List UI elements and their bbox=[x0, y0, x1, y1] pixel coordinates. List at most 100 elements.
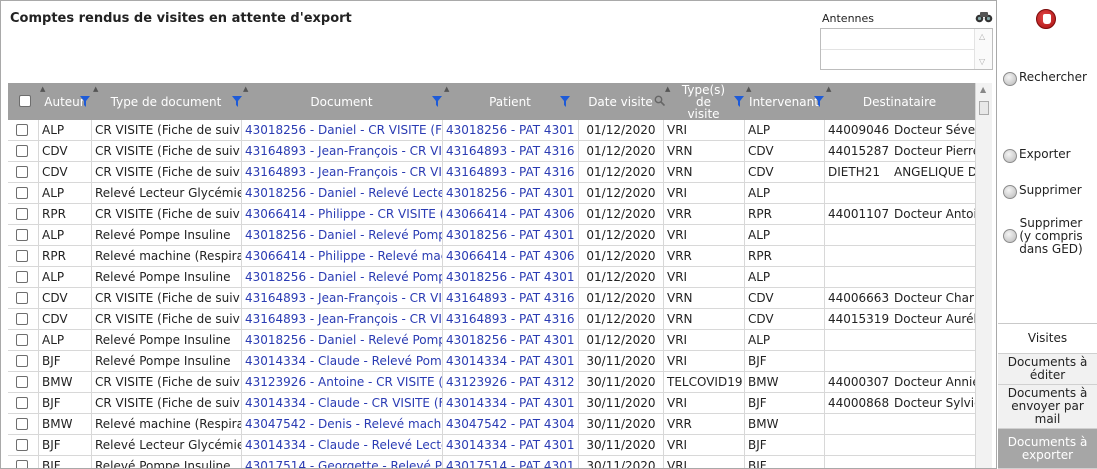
cell-document[interactable]: 43164893 - Jean-François - CR VI bbox=[241, 141, 442, 162]
scroll-up-icon[interactable]: △ bbox=[979, 32, 985, 41]
row-checkbox[interactable] bbox=[16, 418, 28, 430]
stop-hand-icon[interactable] bbox=[1036, 9, 1056, 29]
table-row[interactable]: CDV CR VISITE (Fiche de suiv 43164893 - Je… bbox=[8, 141, 975, 162]
nav-visites[interactable]: Visites bbox=[998, 324, 1097, 354]
col-patient-header[interactable]: ▲ Patient bbox=[442, 83, 578, 120]
table-row[interactable]: ALP Relevé Pompe Insuline 43018256 - Danie… bbox=[8, 330, 975, 351]
cell-document[interactable]: 43164893 - Jean-François - CR VI bbox=[241, 309, 442, 330]
table-row[interactable]: RPR Relevé machine (Respirat 43066414 - Ph… bbox=[8, 246, 975, 267]
cell-document[interactable]: 43018256 - Daniel - Relevé Pompe bbox=[241, 330, 442, 351]
nav-documents-a-envoyer-par-mail[interactable]: Documents à envoyer par mail bbox=[998, 385, 1097, 429]
select-all-checkbox[interactable] bbox=[19, 95, 31, 107]
nav-documents-a-editer[interactable]: Documents à éditer bbox=[998, 354, 1097, 385]
row-checkbox[interactable] bbox=[16, 229, 28, 241]
cell-patient[interactable]: 43018256 - PAT 4301 bbox=[442, 330, 578, 351]
cell-document[interactable]: 43018256 - Daniel - Relevé Pompe bbox=[241, 267, 442, 288]
col-document-header[interactable]: ▲ Document bbox=[241, 83, 442, 120]
cell-patient[interactable]: 43123926 - PAT 4312 bbox=[442, 372, 578, 393]
antennes-listbox[interactable]: △ ▽ bbox=[820, 28, 993, 70]
cell-document[interactable]: 43164893 - Jean-François - CR VI bbox=[241, 162, 442, 183]
row-checkbox[interactable] bbox=[16, 460, 28, 468]
supprimer-ged-button[interactable]: Supprimer (y compris dans GED) bbox=[1003, 217, 1083, 256]
cell-patient[interactable]: 43164893 - PAT 4316 bbox=[442, 141, 578, 162]
cell-patient[interactable]: 43066414 - PAT 4306 bbox=[442, 246, 578, 267]
filter-icon[interactable] bbox=[734, 96, 744, 107]
cell-patient[interactable]: 43018256 - PAT 4301 bbox=[442, 267, 578, 288]
row-checkbox[interactable] bbox=[16, 250, 28, 262]
cell-patient[interactable]: 43018256 - PAT 4301 bbox=[442, 120, 578, 141]
cell-patient[interactable]: 43018256 - PAT 4301 bbox=[442, 225, 578, 246]
row-checkbox[interactable] bbox=[16, 292, 28, 304]
row-checkbox[interactable] bbox=[16, 124, 28, 136]
col-destinataire-header[interactable]: ▲ Destinataire bbox=[824, 83, 975, 120]
filter-icon[interactable] bbox=[814, 96, 824, 107]
rechercher-button[interactable]: Rechercher bbox=[1003, 71, 1087, 86]
cell-patient[interactable]: 43018256 - PAT 4301 bbox=[442, 183, 578, 204]
table-row[interactable]: BJF Relevé Lecteur Glycémie 43014334 - Cla… bbox=[8, 435, 975, 456]
row-checkbox[interactable] bbox=[16, 187, 28, 199]
cell-document[interactable]: 43014334 - Claude - CR VISITE (F bbox=[241, 393, 442, 414]
antennes-scrollbar[interactable]: △ ▽ bbox=[974, 29, 992, 69]
scroll-down-icon[interactable]: ▽ bbox=[979, 57, 985, 66]
filter-icon[interactable] bbox=[80, 96, 90, 107]
nav-documents-a-exporter[interactable]: Documents à exporter bbox=[998, 429, 1097, 469]
row-checkbox[interactable] bbox=[16, 376, 28, 388]
row-checkbox[interactable] bbox=[16, 355, 28, 367]
cell-patient[interactable]: 43047542 - PAT 4304 bbox=[442, 414, 578, 435]
cell-patient[interactable]: 43164893 - PAT 4316 bbox=[442, 309, 578, 330]
cell-document[interactable]: 43014334 - Claude - Relevé Lecte bbox=[241, 435, 442, 456]
col-type-document-header[interactable]: ▲ Type de document bbox=[91, 83, 241, 120]
table-row[interactable]: ALP Relevé Lecteur Glycémie 43018256 - Dan… bbox=[8, 183, 975, 204]
row-checkbox[interactable] bbox=[16, 313, 28, 325]
cell-document[interactable]: 43066414 - Philippe - Relevé mach bbox=[241, 246, 442, 267]
table-row[interactable]: RPR CR VISITE (Fiche de suiv 43066414 - Ph… bbox=[8, 204, 975, 225]
row-checkbox[interactable] bbox=[16, 145, 28, 157]
table-row[interactable]: ALP Relevé Pompe Insuline 43018256 - Danie… bbox=[8, 267, 975, 288]
row-checkbox[interactable] bbox=[16, 166, 28, 178]
cell-patient[interactable]: 43014334 - PAT 4301 bbox=[442, 435, 578, 456]
table-row[interactable]: CDV CR VISITE (Fiche de suiv 43164893 - Je… bbox=[8, 162, 975, 183]
cell-document[interactable]: 43018256 - Daniel - Relevé Pompe bbox=[241, 225, 442, 246]
cell-patient[interactable]: 43017514 - PAT 4301 bbox=[442, 456, 578, 468]
cell-auteur: BJF bbox=[38, 456, 91, 468]
filter-icon[interactable] bbox=[432, 96, 442, 107]
binoculars-icon[interactable] bbox=[975, 11, 993, 23]
col-types-visite-header[interactable]: ▲ Type(s) de visite bbox=[663, 83, 744, 120]
col-intervenant-header[interactable]: ▲ Intervenant bbox=[744, 83, 824, 120]
row-checkbox[interactable] bbox=[16, 208, 28, 220]
row-checkbox[interactable] bbox=[16, 397, 28, 409]
row-checkbox[interactable] bbox=[16, 271, 28, 283]
exporter-button[interactable]: Exporter bbox=[1003, 148, 1071, 163]
cell-document[interactable]: 43018256 - Daniel - CR VISITE (F bbox=[241, 120, 442, 141]
row-checkbox[interactable] bbox=[16, 439, 28, 451]
sort-marker-icon: ▲ bbox=[40, 85, 46, 93]
cell-document[interactable]: 43018256 - Daniel - Relevé Lecteu bbox=[241, 183, 442, 204]
cell-patient[interactable]: 43164893 - PAT 4316 bbox=[442, 288, 578, 309]
cell-patient[interactable]: 43014334 - PAT 4301 bbox=[442, 393, 578, 414]
cell-document[interactable]: 43066414 - Philippe - CR VISITE ( bbox=[241, 204, 442, 225]
table-row[interactable]: ALP Relevé Pompe Insuline 43018256 - Danie… bbox=[8, 225, 975, 246]
cell-patient[interactable]: 43014334 - PAT 4301 bbox=[442, 351, 578, 372]
cell-document[interactable]: 43017514 - Georgette - Relevé Po bbox=[241, 456, 442, 468]
table-row[interactable]: CDV CR VISITE (Fiche de suiv 43164893 - Je… bbox=[8, 288, 975, 309]
table-row[interactable]: BJF Relevé Pompe Insuline 43017514 - Georg… bbox=[8, 456, 975, 468]
grid-vertical-scrollbar[interactable]: ▲ bbox=[975, 83, 992, 468]
table-row[interactable]: BJF Relevé Pompe Insuline 43014334 - Claud… bbox=[8, 351, 975, 372]
cell-patient[interactable]: 43164893 - PAT 4316 bbox=[442, 162, 578, 183]
table-row[interactable]: CDV CR VISITE (Fiche de suiv 43164893 - Je… bbox=[8, 309, 975, 330]
row-checkbox[interactable] bbox=[16, 334, 28, 346]
cell-document[interactable]: 43123926 - Antoine - CR VISITE ( bbox=[241, 372, 442, 393]
scroll-up-icon[interactable]: ▲ bbox=[980, 85, 986, 94]
cell-document[interactable]: 43014334 - Claude - Relevé Pomp bbox=[241, 351, 442, 372]
col-date-visite-header[interactable]: Date visite bbox=[578, 83, 663, 120]
cell-patient[interactable]: 43066414 - PAT 4306 bbox=[442, 204, 578, 225]
table-row[interactable]: ALP CR VISITE (Fiche de suiv 43018256 - Da… bbox=[8, 120, 975, 141]
supprimer-button[interactable]: Supprimer bbox=[1003, 184, 1082, 199]
cell-document[interactable]: 43164893 - Jean-François - CR VI bbox=[241, 288, 442, 309]
filter-icon[interactable] bbox=[560, 96, 570, 107]
table-row[interactable]: BMW Relevé machine (Respirat 43047542 - De… bbox=[8, 414, 975, 435]
scrollbar-thumb[interactable] bbox=[979, 101, 989, 115]
table-row[interactable]: BMW CR VISITE (Fiche de suiv 43123926 - An… bbox=[8, 372, 975, 393]
table-row[interactable]: BJF CR VISITE (Fiche de suiv 43014334 - Cl… bbox=[8, 393, 975, 414]
cell-document[interactable]: 43047542 - Denis - Relevé machir bbox=[241, 414, 442, 435]
